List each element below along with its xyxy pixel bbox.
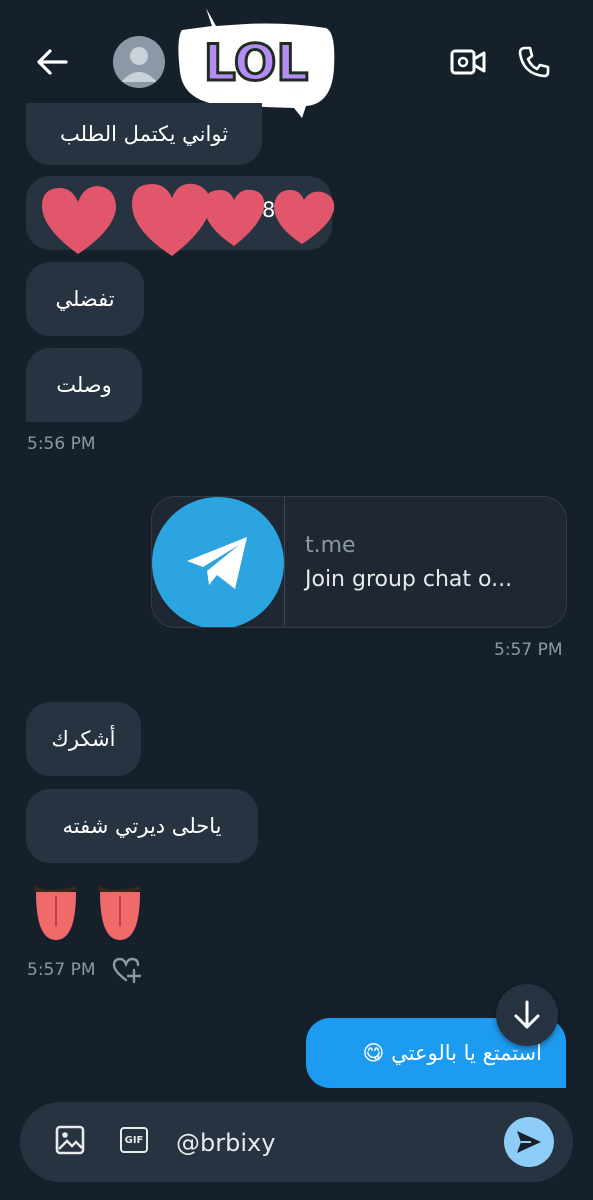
message-text: تفضلي [55,287,115,311]
link-preview-card[interactable]: t.me Join group chat o... [151,496,567,628]
timestamp: 5:57 PM [27,960,96,980]
sticker-text: LOL [204,34,308,92]
arrow-left-icon [37,49,68,75]
video-call-button[interactable] [446,42,490,82]
scroll-to-bottom-button[interactable] [496,984,558,1046]
react-button[interactable] [112,956,142,984]
timestamp: 5:57 PM [494,640,563,660]
gif-label: GIF [124,1134,144,1146]
message-bubble-4[interactable]: وصلت [26,348,142,422]
send-icon [517,1131,541,1153]
heart-icon [204,189,265,246]
lol-sticker: LOL [176,8,336,118]
timestamp: 5:56 PM [27,434,96,454]
message-bubble-6[interactable]: ياحلى ديرتي شفته [26,789,258,863]
emoji-message[interactable]: 👅👅 [28,882,158,946]
back-button[interactable] [28,42,76,82]
telegram-logo [152,497,284,627]
message-input[interactable] [174,1120,498,1166]
heart-icon [132,183,211,256]
message-bubble-3[interactable]: تفضلي [26,262,144,336]
voice-call-button[interactable] [512,40,556,84]
add-image-button[interactable] [52,1122,88,1158]
link-title: Join group chat o... [305,567,513,592]
message-text: استمتع يا بالوعتي 😋 [362,1041,542,1065]
heart-icon [42,186,116,254]
heart-icon [274,190,335,244]
message-text: ياحلى ديرتي شفته [62,814,222,838]
heart-stickers [42,183,335,256]
message-text: ثواني يكتمل الطلب [59,122,229,146]
message-text: أشكرك [51,727,116,751]
telegram-icon [187,537,247,589]
message-bubble-1[interactable]: ثواني يكتمل الطلب [26,103,262,165]
default-avatar-icon [121,47,157,82]
message-text: وصلت [56,373,112,397]
video-camera-icon [450,49,486,75]
heart-plus-icon [112,957,142,984]
message-composer: GIF [20,1102,573,1182]
card-divider [284,497,285,627]
add-gif-button[interactable]: GIF [117,1124,151,1156]
phone-icon [518,46,550,78]
message-bubble-5[interactable]: أشكرك [26,702,141,776]
arrow-down-icon [514,1000,540,1029]
tongue-emoji-icon [33,886,141,940]
send-button[interactable] [504,1117,554,1167]
image-icon [55,1125,85,1155]
link-domain: t.me [305,533,356,558]
avatar[interactable] [113,36,165,88]
